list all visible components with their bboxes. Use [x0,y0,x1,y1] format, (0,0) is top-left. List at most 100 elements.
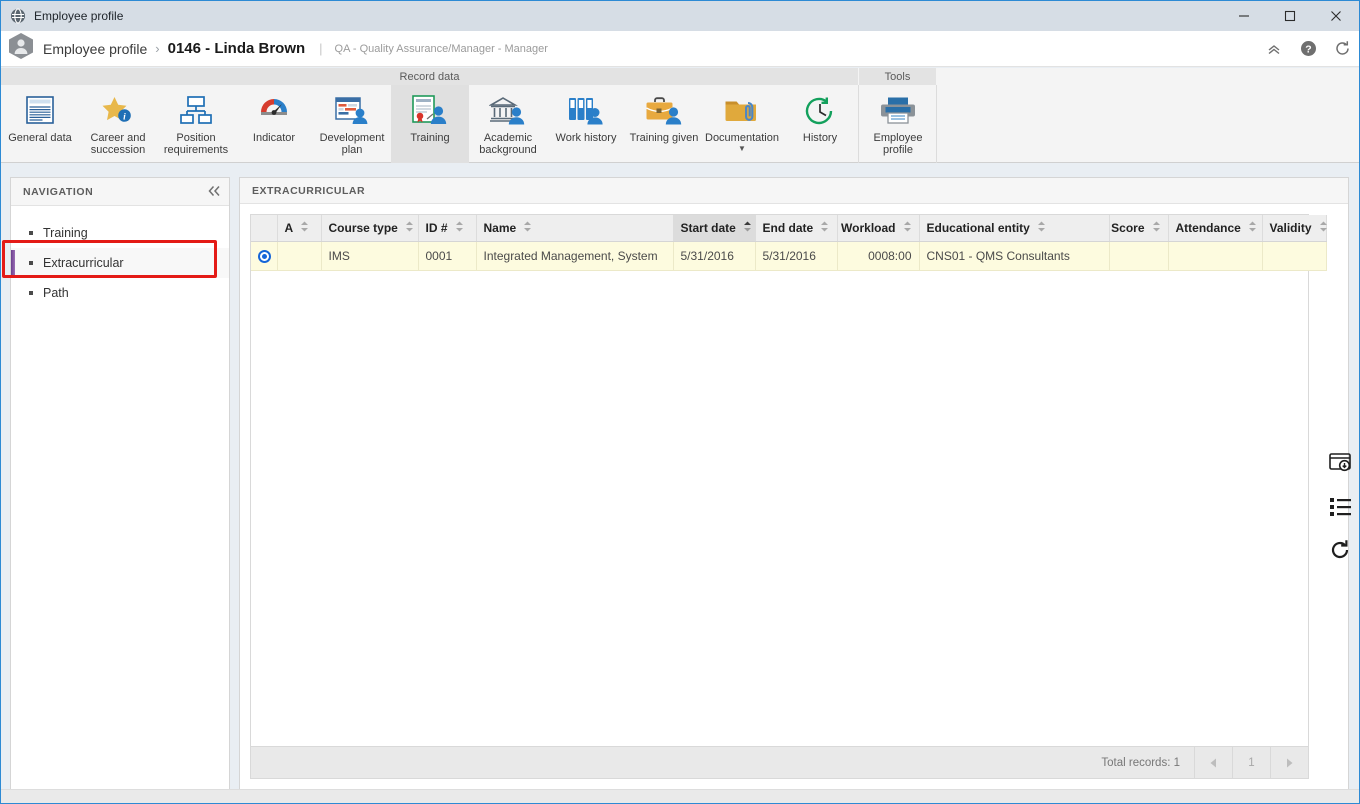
ribbon-button-documentation[interactable]: Documentation ▼ [703,85,781,163]
ribbon-button-employee-profile[interactable]: Employee profile [859,85,937,163]
ribbon-button-label: Employee profile [873,132,923,156]
sidebar-item-training[interactable]: Training [11,218,229,248]
printer-icon [879,92,917,130]
window-title: Employee profile [34,9,124,23]
chevron-down-icon[interactable]: ▼ [738,145,746,153]
ribbon-button-training-given[interactable]: Training given [625,85,703,163]
column-header-a[interactable]: A [277,215,322,242]
sort-toggle-icon[interactable] [1152,221,1161,235]
side-tool-rail [1321,177,1359,793]
column-header-label: Workload [841,220,896,235]
grid-footer: Total records: 1 1 [251,746,1308,778]
ribbon-button-training[interactable]: Training [391,85,469,163]
question-circle-icon[interactable]: ? [1291,32,1325,66]
next-page-button[interactable] [1270,747,1308,778]
page-number-button[interactable]: 1 [1232,747,1270,778]
cell-end-date: 5/31/2016 [755,241,838,271]
ribbon-button-indicator[interactable]: Indicator [235,85,313,163]
navigation-header: NAVIGATION [11,178,229,206]
cell-score [1109,241,1169,271]
sort-toggle-icon[interactable] [1248,221,1257,235]
column-header-name[interactable]: Name [476,215,674,242]
sidebar-item-path[interactable]: Path [11,278,229,308]
row-select-radio[interactable] [251,241,278,271]
sidebar-item-extracurricular[interactable]: Extracurricular [2,240,229,278]
sort-toggle-icon[interactable] [300,221,309,235]
navigation-panel: NAVIGATION Training Extracurricular Path [2,177,230,793]
records-table: A Course type ID # Name Start date End date Wo… [251,215,1327,271]
sort-toggle-icon[interactable] [405,221,414,235]
chevron-double-left-icon[interactable] [207,185,221,199]
navigation-title: NAVIGATION [23,185,94,198]
ribbon-button-label: Academic background [479,132,537,156]
column-header-id-number[interactable]: ID # [418,215,477,242]
chevron-double-up-icon[interactable] [1257,32,1291,66]
column-header-workload[interactable]: Workload [837,215,920,242]
column-header-label: Name [483,220,517,235]
ribbon-button-label: Career and succession [90,132,146,156]
cell-a [277,241,322,271]
ribbon-button-general-data[interactable]: ize General data [1,85,79,163]
binders-person-icon [567,92,605,130]
sort-toggle-icon[interactable] [820,221,829,235]
content-title: EXTRACURRICULAR [252,184,366,197]
column-header-label: Score [1111,220,1145,235]
window-download-icon[interactable] [1327,449,1353,475]
column-header-label: Validity [1269,220,1312,235]
sidebar-item-label: Training [43,226,88,240]
cell-id-number: 0001 [418,241,477,271]
title-bar: Employee profile [1,1,1359,31]
refresh-icon[interactable] [1325,32,1359,66]
cell-validity [1262,241,1327,271]
breadcrumb-root[interactable]: Employee profile [43,41,147,57]
sidebar-item-label: Extracurricular [43,256,124,270]
radio-selected-icon[interactable] [258,249,271,263]
close-icon[interactable] [1313,1,1359,31]
sort-toggle-icon[interactable] [455,221,464,235]
employee-role-subtitle: QA - Quality Assurance/Manager - Manager [334,42,548,55]
breadcrumb-divider: | [319,41,323,56]
bullet-icon [29,291,33,295]
content-panel: EXTRACURRICULAR A Course type ID # Name Star… [239,177,1349,793]
ribbon-button-academic-background[interactable]: Academic background [469,85,547,163]
ribbon-button-label: Work history [555,132,617,144]
column-header-attendance[interactable]: Attendance [1168,215,1263,242]
cell-educational-entity: CNS01 - QMS Consultants [919,241,1110,271]
sort-toggle-icon[interactable] [523,221,532,235]
column-header-course-type[interactable]: Course type [321,215,419,242]
minimize-icon[interactable] [1221,1,1267,31]
sort-toggle-icon[interactable] [1037,221,1046,235]
bullet-icon [29,231,33,235]
svg-text:i: i [123,112,126,122]
org-chart-icon [179,92,213,130]
sort-ascending-icon[interactable] [743,221,752,235]
gauge-icon [258,92,290,130]
briefcase-person-icon [645,92,683,130]
column-header-label: Course type [328,220,398,235]
ribbon-button-development-plan[interactable]: Development plan [313,85,391,163]
column-header-start-date[interactable]: Start date [673,215,756,242]
ribbon-group-labels: Record data Tools [1,68,1359,85]
ribbon-toolbar: Record dataTools ize General data i Career … [1,68,1359,163]
ribbon-button-history[interactable]: History [781,85,859,163]
column-header-score[interactable]: Score [1109,215,1169,242]
column-header-educational-entity[interactable]: Educational entity [919,215,1110,242]
reload-icon[interactable] [1327,537,1353,563]
column-header-label: Attendance [1175,220,1241,235]
previous-page-button[interactable] [1194,747,1232,778]
column-header-validity[interactable]: Validity [1262,215,1327,242]
table-body: IMS 0001 Integrated Management, System 5/31… [251,241,1327,271]
document-lines-icon: ize [23,92,57,130]
cell-workload: 0008:00 [837,241,920,271]
column-header-end-date[interactable]: End date [755,215,838,242]
list-icon[interactable] [1327,493,1353,519]
ribbon-button-label: Documentation [705,132,779,144]
maximize-icon[interactable] [1267,1,1313,31]
content-header: EXTRACURRICULAR [240,178,1348,204]
ribbon-button-position-requirements[interactable]: Position requirements [157,85,235,163]
table-row[interactable]: IMS 0001 Integrated Management, System 5/31… [251,241,1327,271]
ribbon-button-label: History [802,132,838,144]
ribbon-button-career-and-succession[interactable]: i Career and succession [79,85,157,163]
sort-toggle-icon[interactable] [903,221,912,235]
ribbon-button-work-history[interactable]: Work history [547,85,625,163]
